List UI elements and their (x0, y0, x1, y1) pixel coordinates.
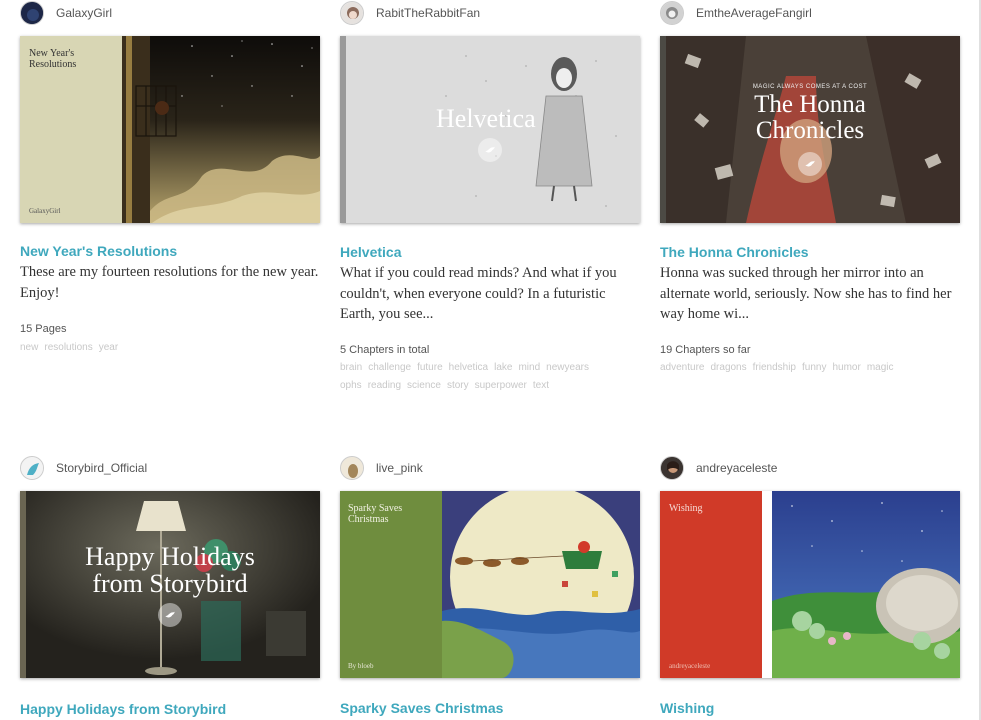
cover-title: Helvetica (436, 104, 536, 133)
author-avatar[interactable] (340, 456, 364, 480)
tag[interactable]: mind (518, 362, 540, 373)
story-cover[interactable]: Wishing andreyaceleste (660, 491, 960, 678)
cover-title: Happy Holidays from Storybird (85, 542, 255, 598)
tag[interactable]: new (20, 342, 38, 353)
story-cover[interactable]: Helvetica (340, 36, 640, 223)
story-meta: 5 Chapters in total (340, 344, 430, 356)
story-title-link[interactable]: Wishing (660, 700, 714, 716)
tag[interactable]: newyears (546, 362, 589, 373)
author-avatar[interactable] (660, 456, 684, 480)
story-card: Storybird_Official Happy Holidays from S… (20, 455, 320, 717)
story-tags: new resolutions year (20, 339, 320, 357)
bird-icon (485, 146, 495, 153)
story-description: Honna was sucked through her mirror into… (660, 265, 952, 322)
cover-subtitle: MAGIC ALWAYS COMES AT A COST (752, 84, 868, 90)
story-card: RabitTheRabbitFan Helvetica Helvetica Wh… (340, 0, 640, 391)
cover-title: Wishing (669, 503, 703, 514)
author-name[interactable]: live_pink (376, 461, 423, 475)
author-avatar[interactable] (20, 1, 44, 25)
tag[interactable]: year (99, 342, 118, 353)
author-name[interactable]: andreyaceleste (696, 461, 777, 475)
tag[interactable]: text (533, 380, 549, 391)
bird-icon (805, 160, 815, 167)
story-card: EmtheAverageFangirl MAGIC ALWAYS COMES A… (660, 0, 960, 373)
author-name[interactable]: EmtheAverageFangirl (696, 6, 812, 20)
play-button[interactable] (158, 603, 182, 627)
author-name[interactable]: Storybird_Official (56, 461, 147, 475)
avatar-image-icon (341, 457, 363, 479)
cover-illustration (122, 36, 320, 223)
tag[interactable]: science (407, 380, 441, 391)
story-card: GalaxyGirl New Year's Resolutions Galaxy… (20, 0, 320, 353)
avatar-image-icon (661, 2, 683, 24)
cover-title: The Honna Chronicles (754, 91, 866, 144)
avatar-image-icon (21, 2, 43, 24)
tag[interactable]: future (417, 362, 443, 373)
story-meta: 15 Pages (20, 323, 67, 335)
story-tags: brain challenge future helvetica lake mind new… (340, 359, 640, 395)
author-row[interactable]: GalaxyGirl (20, 0, 320, 26)
tag[interactable]: challenge (368, 362, 411, 373)
story-cover[interactable]: Sparky Saves Christmas By bloeb (340, 491, 640, 678)
tag[interactable]: story (447, 380, 469, 391)
cover-illustration (442, 491, 640, 678)
story-description: What if you could read minds? And what i… (340, 265, 617, 322)
tag[interactable]: brain (340, 362, 362, 373)
author-row[interactable]: Storybird_Official (20, 455, 320, 481)
avatar-image-icon (21, 457, 43, 479)
story-card: live_pink Sparky Saves Christmas By bloe… (340, 455, 640, 716)
tag[interactable]: superpower (475, 380, 527, 391)
tag[interactable]: funny (802, 362, 826, 373)
avatar-image-icon (661, 457, 683, 479)
tag[interactable]: reading (368, 380, 401, 391)
tag[interactable]: resolutions (44, 342, 92, 353)
play-button[interactable] (798, 152, 822, 176)
tag[interactable]: dragons (710, 362, 746, 373)
cover-author: By bloeb (348, 662, 374, 670)
author-row[interactable]: live_pink (340, 455, 640, 481)
tag[interactable]: adventure (660, 362, 704, 373)
cover-illustration (772, 491, 960, 678)
author-name[interactable]: RabitTheRabbitFan (376, 6, 480, 20)
tag[interactable]: helvetica (449, 362, 488, 373)
story-card: andreyaceleste Wishing andreyaceleste Wi… (660, 455, 960, 716)
story-title-link[interactable]: Helvetica (340, 244, 401, 260)
play-button[interactable] (478, 138, 502, 162)
author-avatar[interactable] (340, 1, 364, 25)
tag[interactable]: humor (832, 362, 860, 373)
bird-icon (165, 611, 175, 618)
tag[interactable]: ophs (340, 380, 362, 391)
story-title-link[interactable]: Happy Holidays from Storybird (20, 701, 226, 717)
story-tags: adventure dragons friendship funny humor magi… (660, 359, 960, 377)
author-avatar[interactable] (20, 456, 44, 480)
tag[interactable]: magic (867, 362, 894, 373)
tag[interactable]: friendship (753, 362, 796, 373)
author-row[interactable]: RabitTheRabbitFan (340, 0, 640, 26)
cover-title: New Year's Resolutions (29, 48, 77, 70)
story-cover[interactable]: New Year's Resolutions GalaxyGirl (20, 36, 320, 223)
story-title-link[interactable]: New Year's Resolutions (20, 243, 177, 259)
author-name[interactable]: GalaxyGirl (56, 6, 112, 20)
cover-author: GalaxyGirl (29, 207, 61, 215)
story-title-link[interactable]: The Honna Chronicles (660, 244, 809, 260)
author-row[interactable]: EmtheAverageFangirl (660, 0, 960, 26)
story-meta: 19 Chapters so far (660, 344, 751, 356)
story-description: These are my fourteen resolutions for th… (20, 264, 319, 301)
cover-title: Sparky Saves Christmas (348, 503, 403, 525)
story-cover[interactable]: MAGIC ALWAYS COMES AT A COST The Honna C… (660, 36, 960, 223)
avatar-image-icon (341, 2, 363, 24)
story-title-link[interactable]: Sparky Saves Christmas (340, 700, 503, 716)
cover-author: andreyaceleste (669, 662, 711, 670)
story-cover[interactable]: Happy Holidays from Storybird (20, 491, 320, 678)
author-avatar[interactable] (660, 1, 684, 25)
tag[interactable]: lake (494, 362, 512, 373)
author-row[interactable]: andreyaceleste (660, 455, 960, 481)
